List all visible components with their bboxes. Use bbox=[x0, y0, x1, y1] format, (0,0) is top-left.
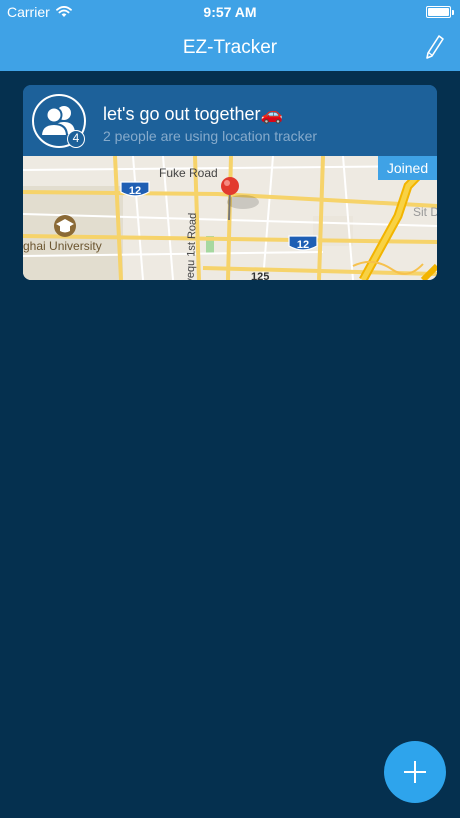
add-group-button[interactable] bbox=[384, 741, 446, 803]
joined-badge: Joined bbox=[378, 156, 437, 180]
road-label-1st: ngyequ 1st Road bbox=[184, 213, 199, 280]
university-label: ghai University bbox=[23, 239, 102, 253]
page-title: EZ-Tracker bbox=[182, 37, 278, 58]
member-count-badge: 4 bbox=[67, 130, 85, 148]
edit-button[interactable] bbox=[424, 34, 446, 60]
status-bar: Carrier 9:57 AM bbox=[0, 0, 460, 24]
university-icon bbox=[54, 215, 76, 237]
map-preview[interactable]: 12 12 Fuke Road ngyequ 1st Road ghai Uni… bbox=[23, 156, 437, 280]
plus-icon bbox=[404, 761, 426, 783]
route-label: 125 bbox=[251, 271, 269, 280]
pencil-icon bbox=[426, 35, 444, 59]
group-title: let's go out together🚗 bbox=[103, 104, 283, 124]
highway-label-b: 12 bbox=[297, 239, 309, 251]
road-label-fuke: Fuke Road bbox=[159, 166, 218, 180]
district-label: Sit Distr bbox=[413, 205, 437, 219]
navigation-bar: EZ-Tracker bbox=[0, 24, 460, 71]
group-subtitle: 2 people are using location tracker bbox=[103, 128, 318, 144]
group-card-header: 4 let's go out together🚗 2 people are us… bbox=[23, 85, 437, 156]
highway-label-a: 12 bbox=[129, 185, 141, 197]
status-time: 9:57 AM bbox=[203, 4, 257, 20]
battery-icon bbox=[426, 6, 454, 18]
group-card[interactable]: 4 let's go out together🚗 2 people are us… bbox=[23, 85, 437, 280]
